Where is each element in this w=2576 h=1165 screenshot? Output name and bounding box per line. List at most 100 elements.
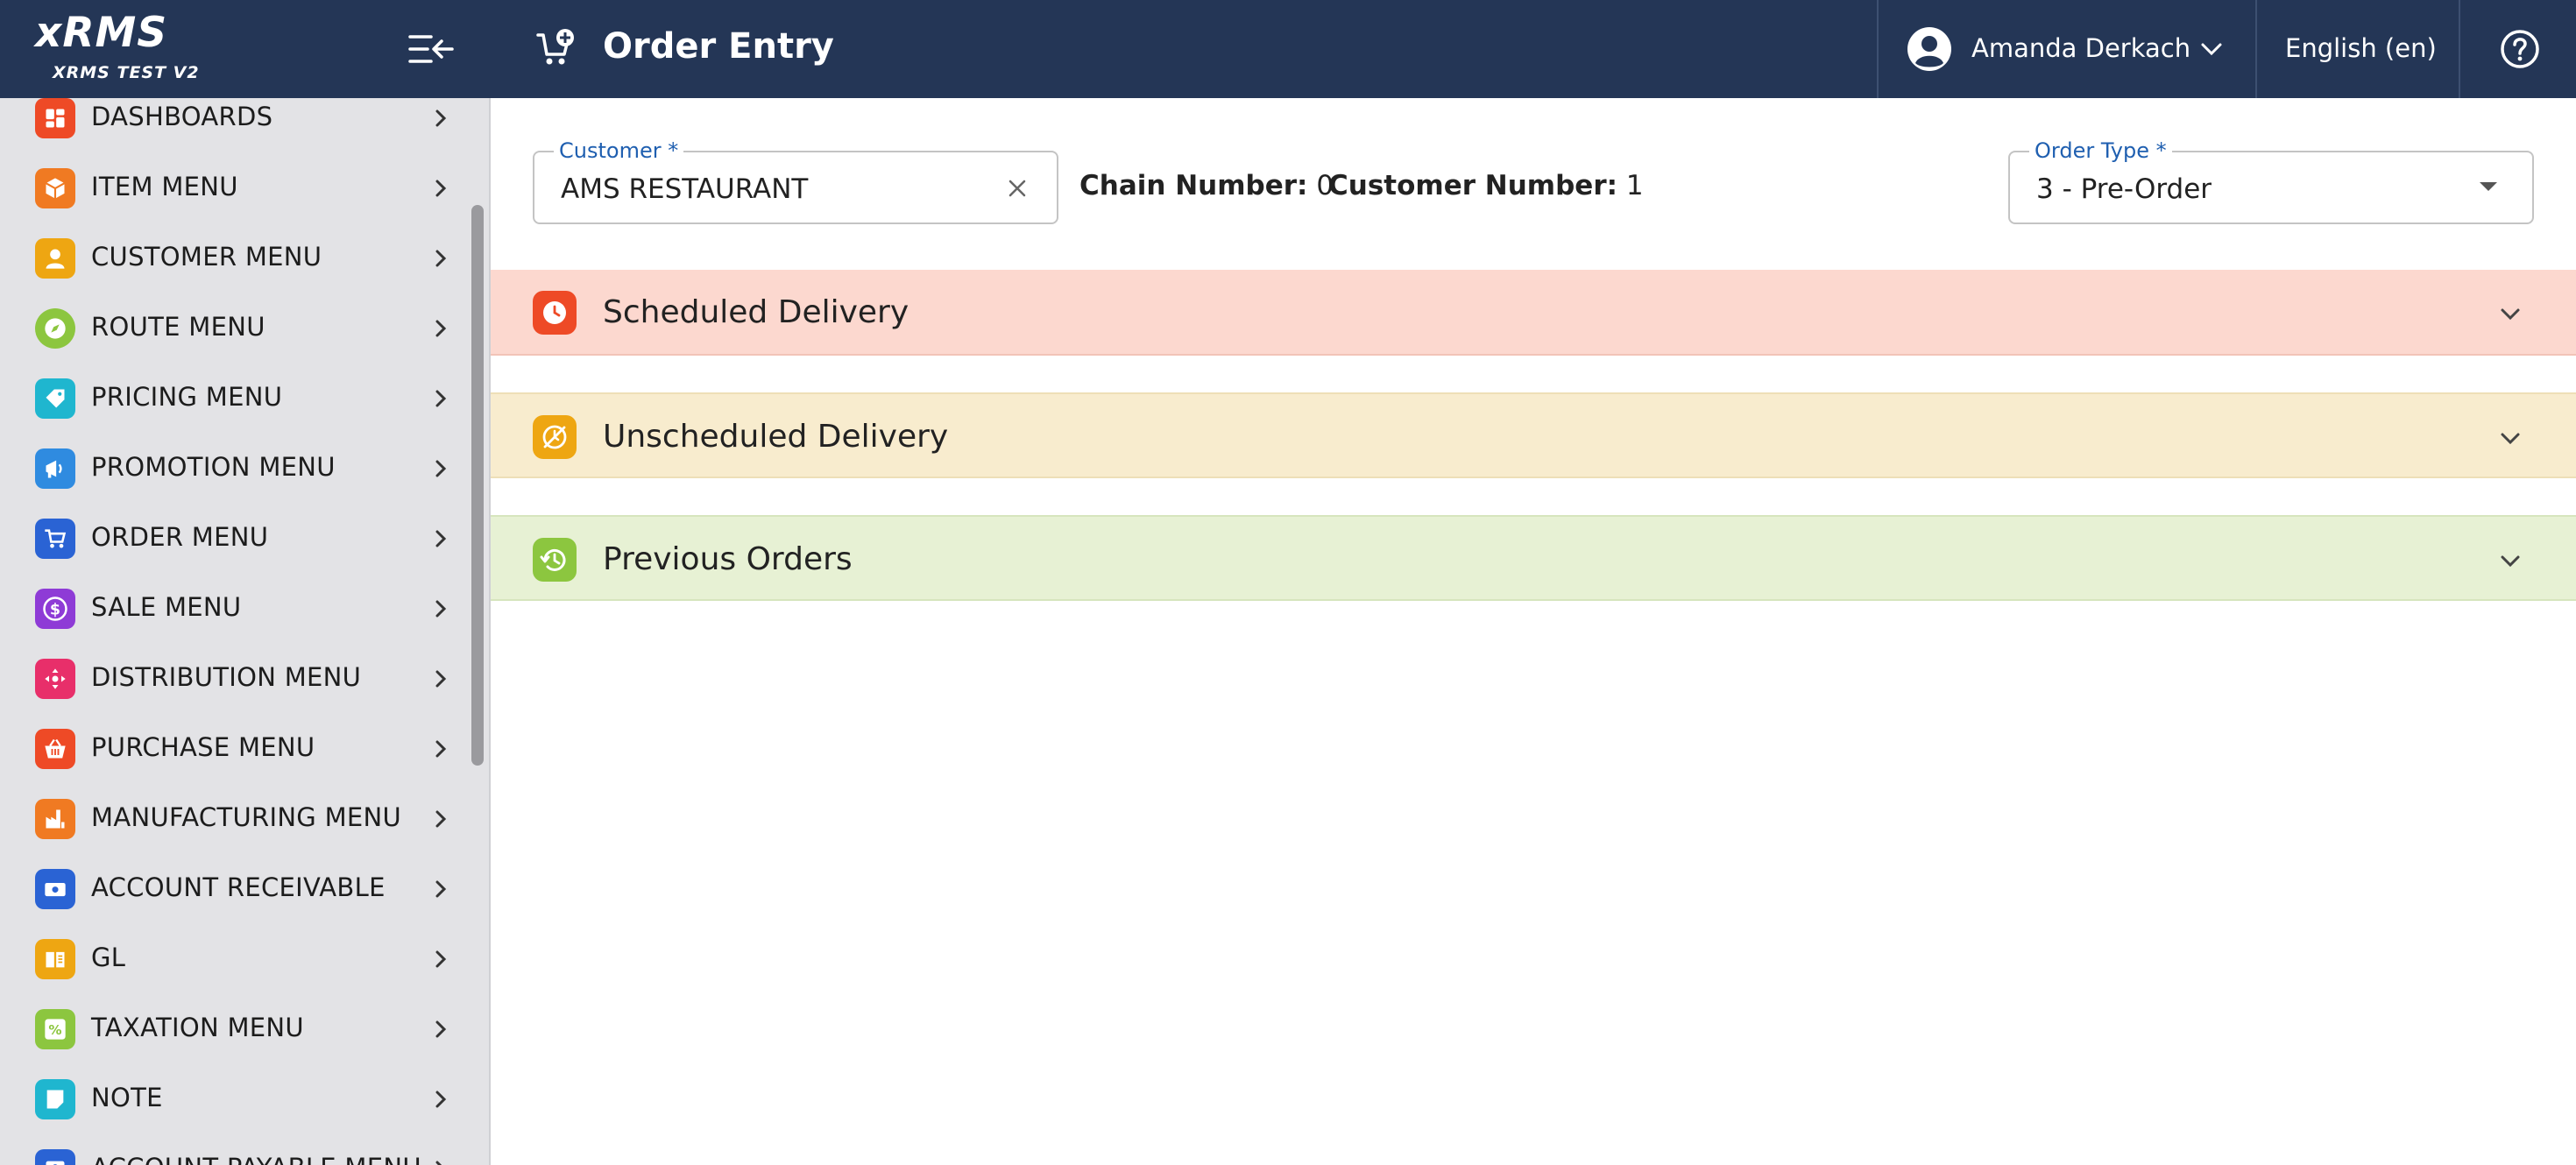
cart-icon [35,519,75,559]
sidebar-item-route-menu[interactable]: ROUTE MENU [0,293,473,363]
sidebar-item-label: PROMOTION MENU [91,452,336,482]
customer-number-value: 1 [1625,170,1644,201]
chain-number: Chain Number: 0 [1079,170,1334,201]
chevron-right-icon [435,180,447,197]
dollar-icon: $ [35,589,75,629]
chevron-right-icon [435,740,447,758]
sidebar: DASHBOARDS ITEM MENU CUSTOMER MENU ROUTE… [0,0,491,1165]
history-icon [533,538,577,582]
megaphone-icon [35,448,75,489]
customer-field[interactable]: Customer * AMS RESTAURANT [533,138,1058,224]
sidebar-item-label: PURCHASE MENU [91,732,315,762]
sidebar-item-promotion-menu[interactable]: PROMOTION MENU [0,433,473,503]
chevron-right-icon [435,1020,447,1038]
order-type-select[interactable]: Order Type * 3 - Pre-Order [2008,138,2534,224]
collapse-sidebar-icon[interactable] [405,30,457,68]
close-icon[interactable] [1002,173,1032,203]
language-label: English (en) [2285,33,2437,63]
chevron-right-icon [435,390,447,407]
sidebar-scrollbar[interactable] [471,205,484,766]
chevron-right-icon [435,530,447,547]
sidebar-item-label: ITEM MENU [91,172,238,201]
no-schedule-icon [533,415,577,459]
chevron-right-icon [435,670,447,688]
sidebar-item-label: NOTE [91,1083,163,1112]
factory-icon [35,799,75,839]
customer-value[interactable]: AMS RESTAURANT [561,173,808,205]
sidebar-item-customer-menu[interactable]: CUSTOMER MENU [0,222,473,293]
unscheduled-delivery-panel[interactable]: Unscheduled Delivery [491,392,2576,478]
sidebar-item-distribution-menu[interactable]: DISTRIBUTION MENU [0,643,473,713]
account-circle-icon [1907,27,1951,71]
customer-label: Customer * [554,138,684,163]
brand-logo: xRMS [35,9,168,57]
person-icon [35,238,75,279]
chevron-right-icon [435,880,447,898]
chevron-right-icon [435,109,447,127]
chevron-right-icon [435,600,447,618]
scheduled-delivery-panel[interactable]: Scheduled Delivery [491,270,2576,356]
ledger-icon [35,939,75,979]
previous-orders-panel[interactable]: Previous Orders [491,515,2576,601]
basket-icon [35,729,75,769]
sidebar-item-note[interactable]: NOTE [0,1063,473,1133]
chevron-down-icon [2501,308,2520,321]
sidebar-item-item-menu[interactable]: ITEM MENU [0,152,473,222]
user-menu[interactable]: Amanda Derkach [1879,0,2255,98]
sidebar-item-order-menu[interactable]: ORDER MENU [0,503,473,573]
note-icon [35,1079,75,1119]
help-button[interactable] [2460,0,2576,98]
sidebar-item-label: PRICING MENU [91,382,283,412]
sidebar-item-manufacturing-menu[interactable]: MANUFACTURING MENU [0,783,473,853]
sidebar-item-pricing-menu[interactable]: PRICING MENU [0,363,473,433]
sidebar-item-label: DISTRIBUTION MENU [91,662,362,692]
sidebar-item-purchase-menu[interactable]: PURCHASE MENU [0,713,473,783]
sidebar-item-taxation-menu[interactable]: % TAXATION MENU [0,993,473,1063]
panel-title: Previous Orders [603,541,853,577]
page-title: Order Entry [603,26,834,67]
box-icon [35,168,75,208]
language-selector[interactable]: English (en) [2257,0,2459,98]
sidebar-item-label: ORDER MENU [91,522,269,552]
sidebar-item-account-payable-menu[interactable]: ACCOUNT PAYABLE MENU [0,1133,473,1165]
sidebar-menu: DASHBOARDS ITEM MENU CUSTOMER MENU ROUTE… [0,82,473,1165]
help-icon [2501,30,2539,68]
chevron-down-icon [2201,43,2222,56]
sidebar-item-label: ACCOUNT RECEIVABLE [91,872,386,902]
chevron-right-icon [435,1091,447,1108]
panel-title: Scheduled Delivery [603,294,909,330]
chevron-down-icon [2501,433,2520,445]
sidebar-item-label: GL [91,943,126,972]
sidebar-item-sale-menu[interactable]: $ SALE MENU [0,573,473,643]
chain-number-label: Chain Number: [1079,170,1308,201]
order-type-value: 3 - Pre-Order [2036,173,2212,205]
brand-header: xRMS XRMS TEST V2 [0,0,491,98]
sidebar-item-label: MANUFACTURING MENU [91,802,402,832]
dashboard-icon [35,98,75,138]
payable-icon [35,1149,75,1165]
dropdown-arrow-icon [2480,182,2497,191]
customer-number: Customer Number: 1 [1328,170,1644,201]
compass-icon [35,308,75,349]
sidebar-item-account-receivable[interactable]: ACCOUNT RECEIVABLE [0,853,473,923]
chevron-right-icon [435,810,447,828]
money-icon [35,869,75,909]
user-name: Amanda Derkach [1971,33,2191,63]
chevron-right-icon [435,460,447,477]
distribution-icon [35,659,75,699]
svg-text:$: $ [50,601,60,618]
chevron-right-icon [435,250,447,267]
chevron-right-icon [435,950,447,968]
sidebar-item-label: ACCOUNT PAYABLE MENU [91,1153,421,1165]
panel-title: Unscheduled Delivery [603,419,949,455]
sidebar-item-label: TAXATION MENU [91,1013,304,1042]
sidebar-item-gl[interactable]: GL [0,923,473,993]
chevron-right-icon [435,1161,442,1165]
price-tag-icon [35,378,75,419]
chevron-down-icon [2501,555,2520,568]
chevron-right-icon [435,320,447,337]
sidebar-item-label: DASHBOARDS [91,102,273,131]
brand-subtitle: XRMS TEST V2 [53,63,200,82]
order-type-label: Order Type * [2029,138,2172,163]
add-cart-icon [536,29,574,65]
